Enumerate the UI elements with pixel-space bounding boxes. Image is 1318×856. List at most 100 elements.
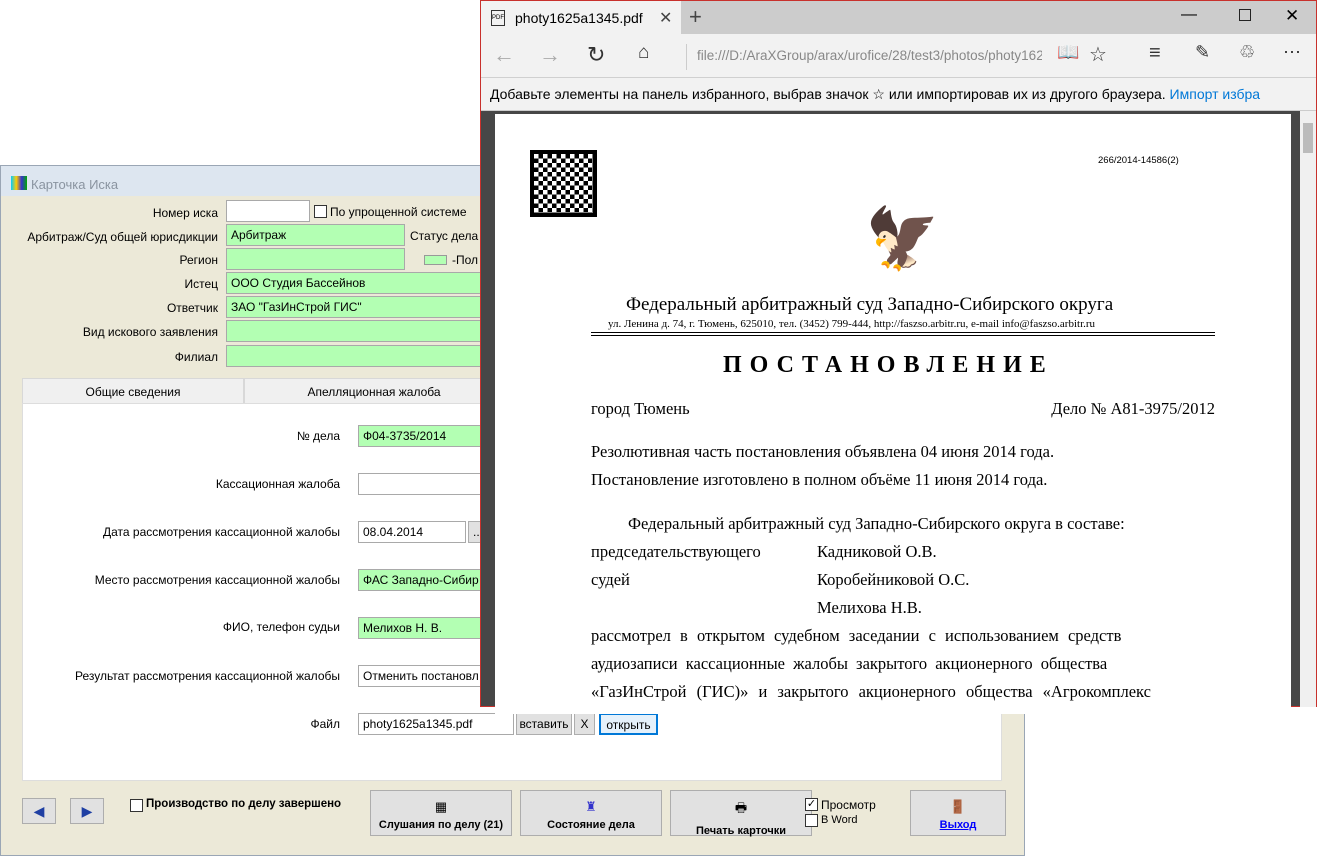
simplified-label: По упрощенной системе xyxy=(330,205,467,219)
plaintiff-field[interactable]: ООО Студия Бассейнов xyxy=(226,272,486,294)
date-label: Дата рассмотрения кассационной жалобы xyxy=(102,525,340,539)
claim-type-label: Вид искового заявления xyxy=(82,325,218,339)
scrollbar-thumb[interactable] xyxy=(1303,123,1313,153)
browser-tab[interactable]: PDF photy1625a1345.pdf ✕ xyxy=(481,1,681,34)
back-icon[interactable]: ← xyxy=(493,42,515,68)
binoculars-icon: ♜ xyxy=(585,799,597,814)
completed-checkbox[interactable] xyxy=(130,799,143,812)
browser-window: PDF photy1625a1345.pdf ✕ + — ✕ ← → ↻ ⌂ f… xyxy=(480,0,1317,714)
tab-title: photy1625a1345.pdf xyxy=(515,10,643,26)
defendant-field[interactable]: ЗАО "ГазИнСтрой ГИС" xyxy=(226,296,486,318)
share-icon[interactable]: ♲ xyxy=(1239,42,1255,63)
judge-label: ФИО, телефон судьи xyxy=(222,620,340,634)
address-bar[interactable]: file:///D:/AraXGroup/arax/urofice/28/tes… xyxy=(697,48,1042,63)
completed-label: Производство по делу завершено xyxy=(146,798,342,810)
text-line: аудиозаписи кассационные жалобы закрытог… xyxy=(591,654,1108,673)
arrow-right-icon: ▶ xyxy=(81,803,93,819)
pdf-icon: PDF xyxy=(491,10,505,26)
preview-label: Просмотр xyxy=(821,798,876,812)
court-name: Федеральный арбитражный суд Западно-Сиби… xyxy=(626,294,1114,315)
text-line: рассмотрел в открытом судебном заседании… xyxy=(591,626,1122,645)
result-select[interactable]: Отменить постановл xyxy=(358,665,498,687)
word-label: В Word xyxy=(821,814,858,826)
text-line: судей xyxy=(591,570,630,589)
hub-icon[interactable]: ≡ xyxy=(1149,42,1161,65)
new-tab-icon[interactable]: + xyxy=(689,4,702,30)
insert-button[interactable]: вставить xyxy=(516,713,572,735)
word-checkbox[interactable] xyxy=(805,814,818,827)
close-window-icon[interactable]: ✕ xyxy=(1285,6,1299,26)
exit-label: Выход xyxy=(939,819,977,831)
legend-swatch xyxy=(424,255,447,265)
favorites-hint: Добавьте элементы на панель избранного, … xyxy=(490,86,1166,102)
print-label: Печать карточки xyxy=(696,825,786,837)
region-field[interactable] xyxy=(226,248,405,270)
prev-button[interactable]: ◀ xyxy=(22,798,56,824)
import-favorites-link[interactable]: Импорт избра xyxy=(1170,86,1261,102)
tab-appeal[interactable]: Апелляционная жалоба xyxy=(244,378,504,404)
text-line: Постановление изготовлено в полном объём… xyxy=(591,470,1048,489)
case-state-button[interactable]: ♜ Состояние дела xyxy=(520,790,662,836)
pdf-scrollbar[interactable] xyxy=(1300,111,1316,707)
clear-file-button[interactable]: X xyxy=(574,713,595,735)
text-line: Коробейниковой О.С. xyxy=(817,570,970,589)
home-icon[interactable]: ⌂ xyxy=(638,42,649,64)
place-field[interactable]: ФАС Западно-Сибир xyxy=(358,569,498,591)
defendant-label: Ответчик xyxy=(166,301,218,315)
exit-door-icon: 🚪 xyxy=(949,799,967,814)
result-label: Результат рассмотрения кассационной жало… xyxy=(74,669,340,683)
case-no-label: № дела xyxy=(296,429,340,443)
hearings-label: Слушания по делу (21) xyxy=(378,819,504,831)
legend-text: -Пол xyxy=(452,253,479,267)
file-label: Файл xyxy=(310,717,340,731)
text-line: Федеральный арбитражный суд Западно-Сиби… xyxy=(628,514,1125,533)
preview-checkbox[interactable]: ✓ xyxy=(805,798,818,811)
pdf-page: 266/2014-14586(2) 🦅 Федеральный арбитраж… xyxy=(495,114,1291,714)
branch-field[interactable] xyxy=(226,345,486,367)
claim-type-field[interactable] xyxy=(226,320,486,342)
case-number: Дело № А81-3975/2012 xyxy=(1051,399,1215,418)
plaintiff-label: Истец xyxy=(184,277,218,291)
city: город Тюмень xyxy=(591,399,690,418)
more-icon[interactable]: ⋯ xyxy=(1283,42,1301,63)
printer-icon: 🖶 xyxy=(734,800,748,815)
case-no-field[interactable]: Ф04-3735/2014 xyxy=(358,425,498,447)
forward-icon[interactable]: → xyxy=(539,42,561,68)
header-rule xyxy=(591,332,1215,336)
status-label: Статус дела xyxy=(410,229,479,243)
date-field[interactable]: 08.04.2014 xyxy=(358,521,466,543)
tab-general[interactable]: Общие сведения xyxy=(22,378,244,404)
file-field[interactable]: photy1625a1345.pdf xyxy=(358,713,514,735)
divider xyxy=(686,44,687,70)
text-line: председательствующего xyxy=(591,542,761,561)
tab-bar: PDF photy1625a1345.pdf ✕ + — ✕ xyxy=(481,1,1316,34)
text-line: «ГазИнСтрой (ГИС)» и закрытого акционерн… xyxy=(591,682,1151,701)
open-file-button[interactable]: открыть xyxy=(599,713,658,735)
region-label: Регион xyxy=(179,253,218,267)
close-tab-icon[interactable]: ✕ xyxy=(659,8,672,28)
nav-bar: ← → ↻ ⌂ file:///D:/AraXGroup/arax/urofic… xyxy=(481,34,1316,78)
refresh-icon[interactable]: ↻ xyxy=(587,42,605,68)
hearings-button[interactable]: ▦ Слушания по делу (21) xyxy=(370,790,512,836)
next-button[interactable]: ▶ xyxy=(70,798,104,824)
minimize-icon[interactable]: — xyxy=(1181,6,1197,24)
qr-code xyxy=(530,150,597,217)
court-label: Арбитраж/Суд общей юрисдикции xyxy=(27,230,218,244)
web-note-icon[interactable]: ✎ xyxy=(1195,42,1210,63)
simplified-checkbox[interactable] xyxy=(314,205,327,218)
claim-no-label: Номер иска xyxy=(152,206,218,220)
cassation-field[interactable] xyxy=(358,473,498,495)
branch-label: Филиал xyxy=(174,350,218,364)
text-line: Резолютивная часть постановления объявле… xyxy=(591,442,1055,461)
reading-view-icon[interactable]: 📖 xyxy=(1057,42,1079,63)
table-icon: ▦ xyxy=(434,799,448,814)
cassation-label: Кассационная жалоба xyxy=(215,477,340,491)
judge-field[interactable]: Мелихов Н. В. xyxy=(358,617,498,639)
maximize-icon[interactable] xyxy=(1239,9,1251,21)
print-card-button[interactable]: 🖶 Печать карточки xyxy=(670,790,812,837)
exit-button[interactable]: 🚪 Выход xyxy=(910,790,1006,836)
favorite-star-icon[interactable]: ☆ xyxy=(1089,42,1107,67)
court-field[interactable]: Арбитраж xyxy=(226,224,405,246)
app-icon xyxy=(11,176,27,190)
claim-no-input[interactable] xyxy=(226,200,310,222)
